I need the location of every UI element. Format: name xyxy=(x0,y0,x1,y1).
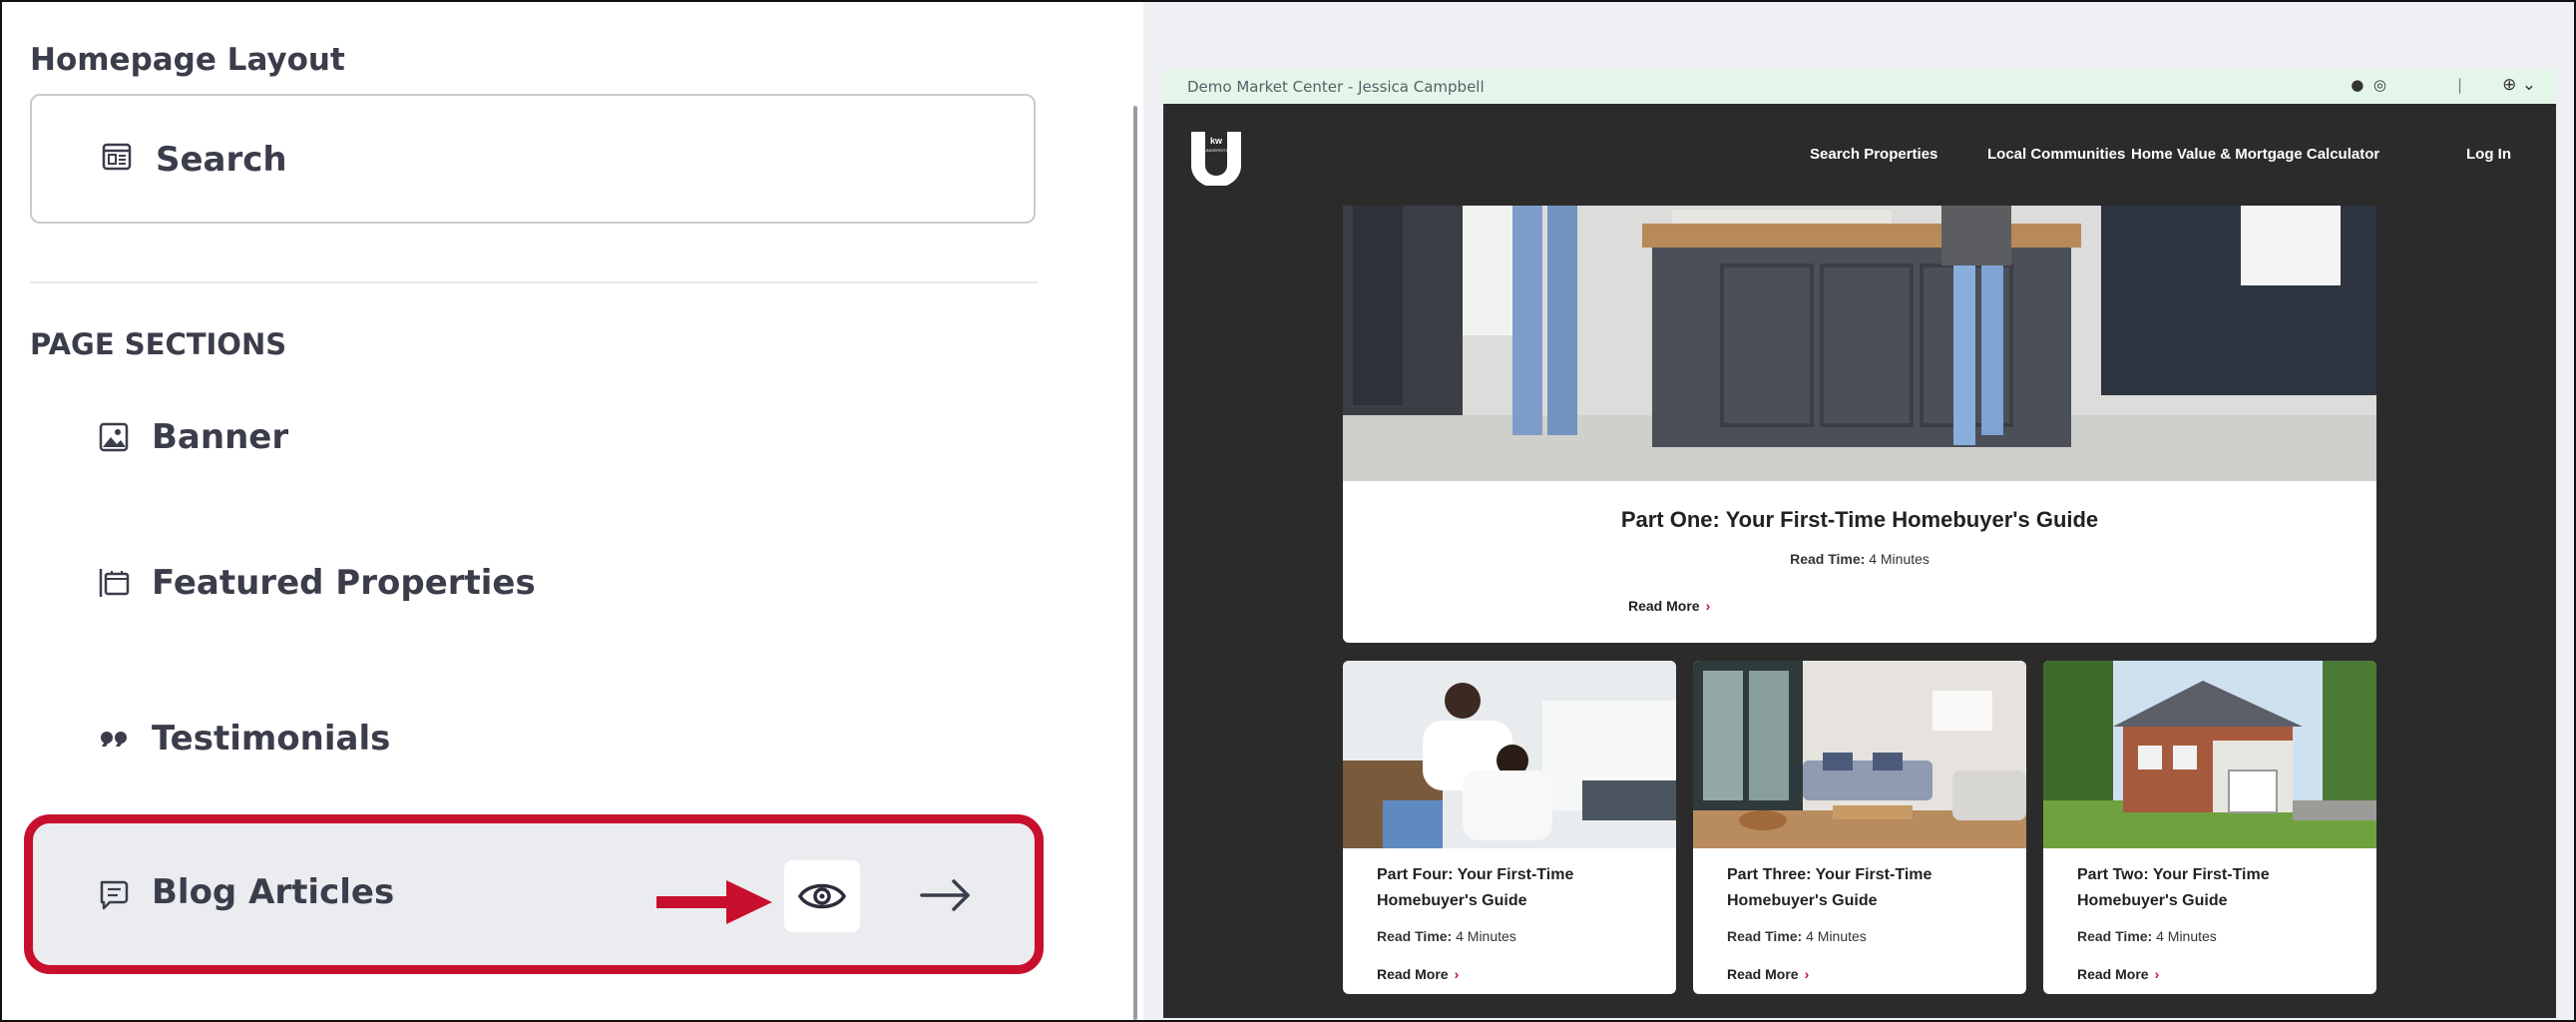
article-read-more-link[interactable]: Read More › xyxy=(1377,966,1459,982)
section-label: Banner xyxy=(152,417,289,457)
section-label: Blog Articles xyxy=(152,872,395,912)
nav-log-in[interactable]: Log In xyxy=(2466,146,2511,163)
page-sections-heading: PAGE SECTIONS xyxy=(30,327,287,361)
nav-home-value-calculator[interactable]: Home Value & Mortgage Calculator xyxy=(2131,146,2379,163)
eye-icon xyxy=(798,883,846,909)
article-title[interactable]: Part Two: Your First-Time Homebuyer's Gu… xyxy=(2077,862,2347,914)
section-item-testimonials[interactable]: Testimonials xyxy=(30,699,1028,778)
article-card[interactable]: Part Four: Your First-Time Homebuyer's G… xyxy=(1343,661,1676,994)
social-icons: ● ◎ xyxy=(2351,76,2386,94)
preview-topbar: Demo Market Center - Jessica Campbell ● … xyxy=(1163,70,2556,104)
article-title[interactable]: Part Three: Your First-Time Homebuyer's … xyxy=(1727,862,1996,914)
search-card-label: Search xyxy=(156,140,287,180)
instagram-icon[interactable]: ◎ xyxy=(2373,76,2386,94)
article-read-more-link[interactable]: Read More › xyxy=(1727,966,1809,982)
section-item-blog-articles[interactable]: Blog Articles xyxy=(28,820,1040,968)
image-icon xyxy=(99,422,129,452)
chevron-right-icon: › xyxy=(1454,966,1460,982)
chevron-right-icon: › xyxy=(1804,966,1810,982)
featured-read-more-link[interactable]: Read More › xyxy=(1628,598,1710,614)
website-preview: Demo Market Center - Jessica Campbell ● … xyxy=(1163,70,2556,1018)
agent-name: Demo Market Center - Jessica Campbell xyxy=(1187,78,1485,96)
article-card[interactable]: Part Three: Your First-Time Homebuyer's … xyxy=(1693,661,2026,994)
nav-search-properties[interactable]: Search Properties xyxy=(1810,146,1937,163)
article-read-more-link[interactable]: Read More › xyxy=(2077,966,2159,982)
svg-text:kw: kw xyxy=(1210,136,1223,146)
nav-local-communities[interactable]: Local Communities xyxy=(1987,146,2125,163)
article-read-time: Read Time: 4 Minutes xyxy=(2077,928,2217,944)
featured-article-title[interactable]: Part One: Your First-Time Homebuyer's Gu… xyxy=(1343,507,2376,533)
chevron-right-icon: › xyxy=(2154,966,2160,982)
globe-language-icon[interactable]: ⊕ ⌄ xyxy=(2502,75,2536,95)
chat-bubble-icon xyxy=(100,880,129,910)
arrow-right-icon[interactable] xyxy=(916,868,976,922)
kw-university-logo: kw UNIVERSITY xyxy=(1191,132,1241,186)
scrollbar[interactable] xyxy=(1133,106,1137,1020)
living-room-photo xyxy=(1693,661,2026,848)
article-read-time: Read Time: 4 Minutes xyxy=(1727,928,1867,944)
section-label: Featured Properties xyxy=(152,563,536,603)
homepage-layout-panel: Homepage Layout Search PAGE SECTIONS Ban… xyxy=(2,2,1141,1020)
article-read-time: Read Time: 4 Minutes xyxy=(1377,928,1516,944)
search-section-card[interactable]: Search xyxy=(30,94,1036,224)
topbar-separator: | xyxy=(2456,76,2462,94)
site-preview-panel: Demo Market Center - Jessica Campbell ● … xyxy=(1143,2,2574,1020)
section-item-featured-properties[interactable]: Featured Properties xyxy=(30,543,1028,623)
house-exterior-photo xyxy=(2043,661,2376,848)
kitchen-photo xyxy=(1343,206,2376,481)
search-layout-icon xyxy=(102,143,132,171)
svg-text:UNIVERSITY: UNIVERSITY xyxy=(1204,148,1228,153)
featured-read-time: Read Time: 4 Minutes xyxy=(1790,551,1930,567)
facebook-icon[interactable]: ● xyxy=(2351,76,2363,94)
panel-title: Homepage Layout xyxy=(30,42,345,78)
preview-navbar: kw UNIVERSITY Search Properties Local Co… xyxy=(1163,104,2556,206)
chevron-right-icon: › xyxy=(1705,598,1711,614)
quote-icon xyxy=(101,732,127,747)
article-card[interactable]: Part Two: Your First-Time Homebuyer's Gu… xyxy=(2043,661,2376,994)
divider xyxy=(30,281,1038,283)
featured-properties-icon xyxy=(99,569,130,597)
section-item-banner[interactable]: Banner xyxy=(30,397,1028,477)
couple-hugging-photo xyxy=(1343,661,1676,848)
article-title[interactable]: Part Four: Your First-Time Homebuyer's G… xyxy=(1377,862,1646,914)
featured-article-card[interactable]: Part One: Your First-Time Homebuyer's Gu… xyxy=(1343,206,2376,643)
preview-eye-button[interactable] xyxy=(784,860,860,932)
section-label: Testimonials xyxy=(152,719,391,759)
red-pointer-arrow-icon xyxy=(656,880,772,924)
